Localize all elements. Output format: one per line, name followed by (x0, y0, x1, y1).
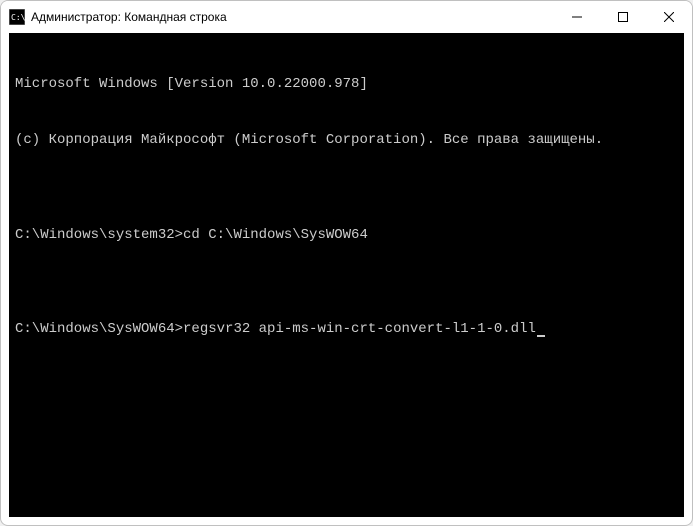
prompt-path: C:\Windows\system32> (15, 227, 183, 243)
titlebar[interactable]: C:\ Администратор: Командная строка (1, 1, 692, 33)
command-line: C:\Windows\system32>cd C:\Windows\SysWOW… (15, 226, 678, 245)
maximize-button[interactable] (600, 1, 646, 33)
output-line: (c) Корпорация Майкрософт (Microsoft Cor… (15, 131, 678, 150)
cursor-icon (537, 335, 545, 337)
app-icon: C:\ (9, 9, 25, 25)
maximize-icon (618, 12, 628, 22)
svg-text:C:\: C:\ (11, 13, 25, 22)
command-text: regsvr32 api-ms-win-crt-convert-l1-1-0.d… (183, 321, 536, 337)
command-line: C:\Windows\SysWOW64>regsvr32 api-ms-win-… (15, 320, 678, 339)
command-prompt-window: C:\ Администратор: Командная строка (0, 0, 693, 526)
close-icon (664, 12, 674, 22)
minimize-icon (572, 12, 582, 22)
minimize-button[interactable] (554, 1, 600, 33)
window-title: Администратор: Командная строка (31, 10, 554, 24)
window-controls (554, 1, 692, 33)
command-text: cd C:\Windows\SysWOW64 (183, 227, 368, 243)
terminal-area[interactable]: Microsoft Windows [Version 10.0.22000.97… (9, 33, 684, 517)
close-button[interactable] (646, 1, 692, 33)
output-line: Microsoft Windows [Version 10.0.22000.97… (15, 75, 678, 94)
prompt-path: C:\Windows\SysWOW64> (15, 321, 183, 337)
